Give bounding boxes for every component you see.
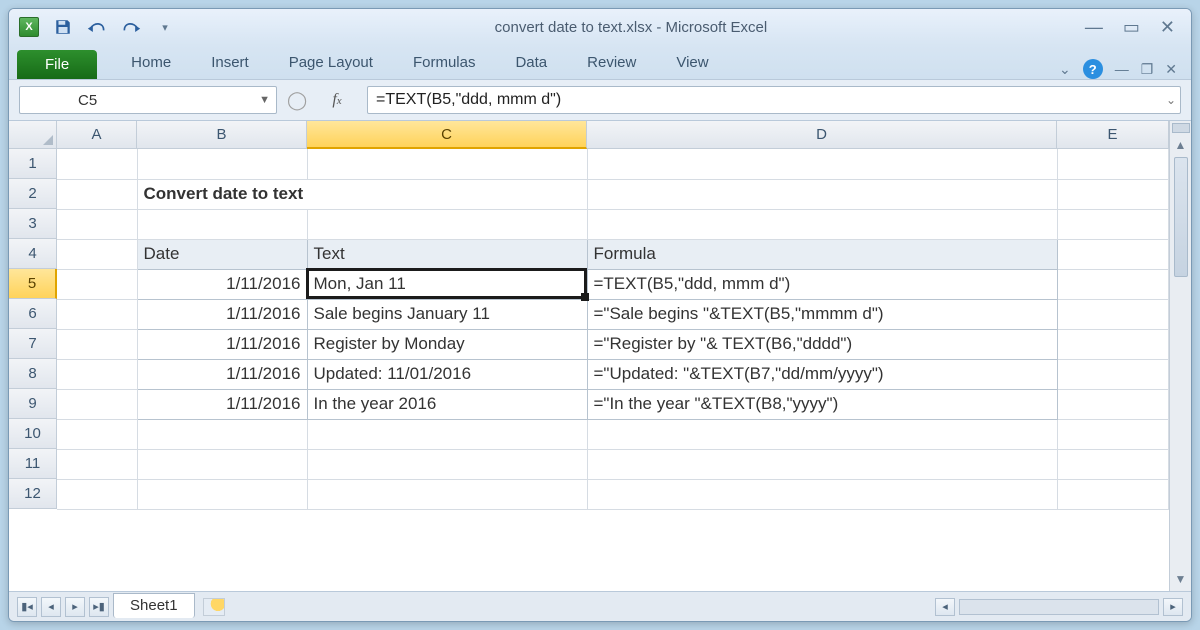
hscroll-left-icon[interactable]: ◂ <box>935 598 955 616</box>
cell-d6[interactable]: ="Sale begins "&TEXT(B5,"mmmm d") <box>587 299 1057 329</box>
row-header-9[interactable]: 9 <box>9 389 57 419</box>
formula-text: =TEXT(B5,"ddd, mmm d") <box>376 91 561 109</box>
col-header-c[interactable]: C <box>307 121 587 149</box>
sheet-nav-last-icon[interactable]: ▸▮ <box>89 597 109 617</box>
name-box[interactable]: C5 ▼ <box>19 86 277 114</box>
window-title: convert date to text.xlsx - Microsoft Ex… <box>183 19 1079 36</box>
redo-icon[interactable] <box>119 16 143 38</box>
vertical-scrollbar[interactable]: ▲ ▼ <box>1169 121 1191 591</box>
titlebar: X ▾ convert date to text.xlsx - Microsof… <box>9 9 1191 45</box>
hscroll-right-icon[interactable]: ▸ <box>1163 598 1183 616</box>
row-header-5[interactable]: 5 <box>9 269 57 299</box>
formula-bar: C5 ▼ ◯ fx =TEXT(B5,"ddd, mmm d") ⌄ <box>9 79 1191 121</box>
tab-data[interactable]: Data <box>495 48 567 79</box>
ribbon-minimize-icon[interactable]: ⌄ <box>1059 61 1071 78</box>
undo-icon[interactable] <box>85 16 109 38</box>
minimize-icon[interactable]: ― <box>1085 17 1103 38</box>
cell-b5[interactable]: 1/11/2016 <box>137 269 307 299</box>
window-controls: ― ▭ ✕ <box>1085 17 1181 38</box>
formula-expand-icon[interactable]: ⌄ <box>1166 93 1176 107</box>
quick-access-toolbar: ▾ <box>51 16 177 38</box>
cell-d7[interactable]: ="Register by "& TEXT(B6,"dddd") <box>587 329 1057 359</box>
save-icon[interactable] <box>51 16 75 38</box>
tab-formulas[interactable]: Formulas <box>393 48 496 79</box>
row-header-1[interactable]: 1 <box>9 149 57 179</box>
ribbon-tabs: File Home Insert Page Layout Formulas Da… <box>9 45 1191 79</box>
horizontal-scrollbar[interactable]: ◂ ▸ <box>935 598 1183 616</box>
excel-app-icon[interactable]: X <box>19 17 39 37</box>
name-box-value: C5 <box>78 92 97 109</box>
header-formula[interactable]: Formula <box>587 239 1057 269</box>
split-handle-icon[interactable] <box>1172 123 1190 133</box>
cell-c5[interactable]: Mon, Jan 11 <box>307 269 587 299</box>
cell-c7[interactable]: Register by Monday <box>307 329 587 359</box>
sheet-tab-sheet1[interactable]: Sheet1 <box>113 593 195 618</box>
tab-page-layout[interactable]: Page Layout <box>269 48 393 79</box>
close-icon[interactable]: ✕ <box>1160 17 1175 38</box>
scroll-thumb[interactable] <box>1174 157 1188 277</box>
cell-c8[interactable]: Updated: 11/01/2016 <box>307 359 587 389</box>
window-restore-icon[interactable]: ❐ <box>1141 61 1154 78</box>
window-close-icon[interactable]: ✕ <box>1165 61 1177 78</box>
row-header-4[interactable]: 4 <box>9 239 57 269</box>
row-header-6[interactable]: 6 <box>9 299 57 329</box>
new-sheet-icon[interactable] <box>203 598 225 616</box>
row-headers: 1 2 3 4 5 6 7 8 9 10 11 12 <box>9 149 57 591</box>
name-box-dropdown-icon[interactable]: ▼ <box>259 94 270 106</box>
sheet-nav-prev-icon[interactable]: ◂ <box>41 597 61 617</box>
scroll-up-icon[interactable]: ▲ <box>1175 135 1187 155</box>
col-header-d[interactable]: D <box>587 121 1057 149</box>
tab-home[interactable]: Home <box>111 48 191 79</box>
cell-b9[interactable]: 1/11/2016 <box>137 389 307 419</box>
row-header-11[interactable]: 11 <box>9 449 57 479</box>
app-window: X ▾ convert date to text.xlsx - Microsof… <box>8 8 1192 622</box>
select-all-corner[interactable] <box>9 121 57 149</box>
cell-grid[interactable]: Convert date to text Date Text Formula 1… <box>57 149 1169 591</box>
window-min-icon[interactable]: ― <box>1115 61 1129 77</box>
worksheet-area: A B C D E 1 2 3 4 5 6 7 8 9 <box>9 121 1191 591</box>
tab-insert[interactable]: Insert <box>191 48 269 79</box>
col-header-e[interactable]: E <box>1057 121 1169 149</box>
row-header-8[interactable]: 8 <box>9 359 57 389</box>
tab-review[interactable]: Review <box>567 48 656 79</box>
file-tab[interactable]: File <box>17 50 97 79</box>
cell-d5[interactable]: =TEXT(B5,"ddd, mmm d") <box>587 269 1057 299</box>
qat-customize-icon[interactable]: ▾ <box>153 16 177 38</box>
cell-c6[interactable]: Sale begins January 11 <box>307 299 587 329</box>
hscroll-track[interactable] <box>959 599 1159 615</box>
cell-b8[interactable]: 1/11/2016 <box>137 359 307 389</box>
cell-d9[interactable]: ="In the year "&TEXT(B8,"yyyy") <box>587 389 1057 419</box>
row-header-10[interactable]: 10 <box>9 419 57 449</box>
row-header-3[interactable]: 3 <box>9 209 57 239</box>
tab-view[interactable]: View <box>656 48 728 79</box>
col-header-a[interactable]: A <box>57 121 137 149</box>
header-date[interactable]: Date <box>137 239 307 269</box>
cancel-formula-icon[interactable]: ◯ <box>287 90 307 111</box>
cell-c9[interactable]: In the year 2016 <box>307 389 587 419</box>
scroll-down-icon[interactable]: ▼ <box>1175 569 1187 589</box>
formula-input[interactable]: =TEXT(B5,"ddd, mmm d") ⌄ <box>367 86 1181 114</box>
col-header-b[interactable]: B <box>137 121 307 149</box>
cell-title[interactable]: Convert date to text <box>137 179 587 209</box>
sheet-nav-first-icon[interactable]: ▮◂ <box>17 597 37 617</box>
header-text[interactable]: Text <box>307 239 587 269</box>
cell-b6[interactable]: 1/11/2016 <box>137 299 307 329</box>
row-header-7[interactable]: 7 <box>9 329 57 359</box>
sheet-nav-next-icon[interactable]: ▸ <box>65 597 85 617</box>
cell-b7[interactable]: 1/11/2016 <box>137 329 307 359</box>
row-header-12[interactable]: 12 <box>9 479 57 509</box>
help-icon[interactable]: ? <box>1083 59 1103 79</box>
fx-icon[interactable]: fx <box>317 91 357 109</box>
row-header-2[interactable]: 2 <box>9 179 57 209</box>
sheet-tab-bar: ▮◂ ◂ ▸ ▸▮ Sheet1 ◂ ▸ <box>9 591 1191 621</box>
maximize-icon[interactable]: ▭ <box>1123 17 1140 38</box>
cell-d8[interactable]: ="Updated: "&TEXT(B7,"dd/mm/yyyy") <box>587 359 1057 389</box>
